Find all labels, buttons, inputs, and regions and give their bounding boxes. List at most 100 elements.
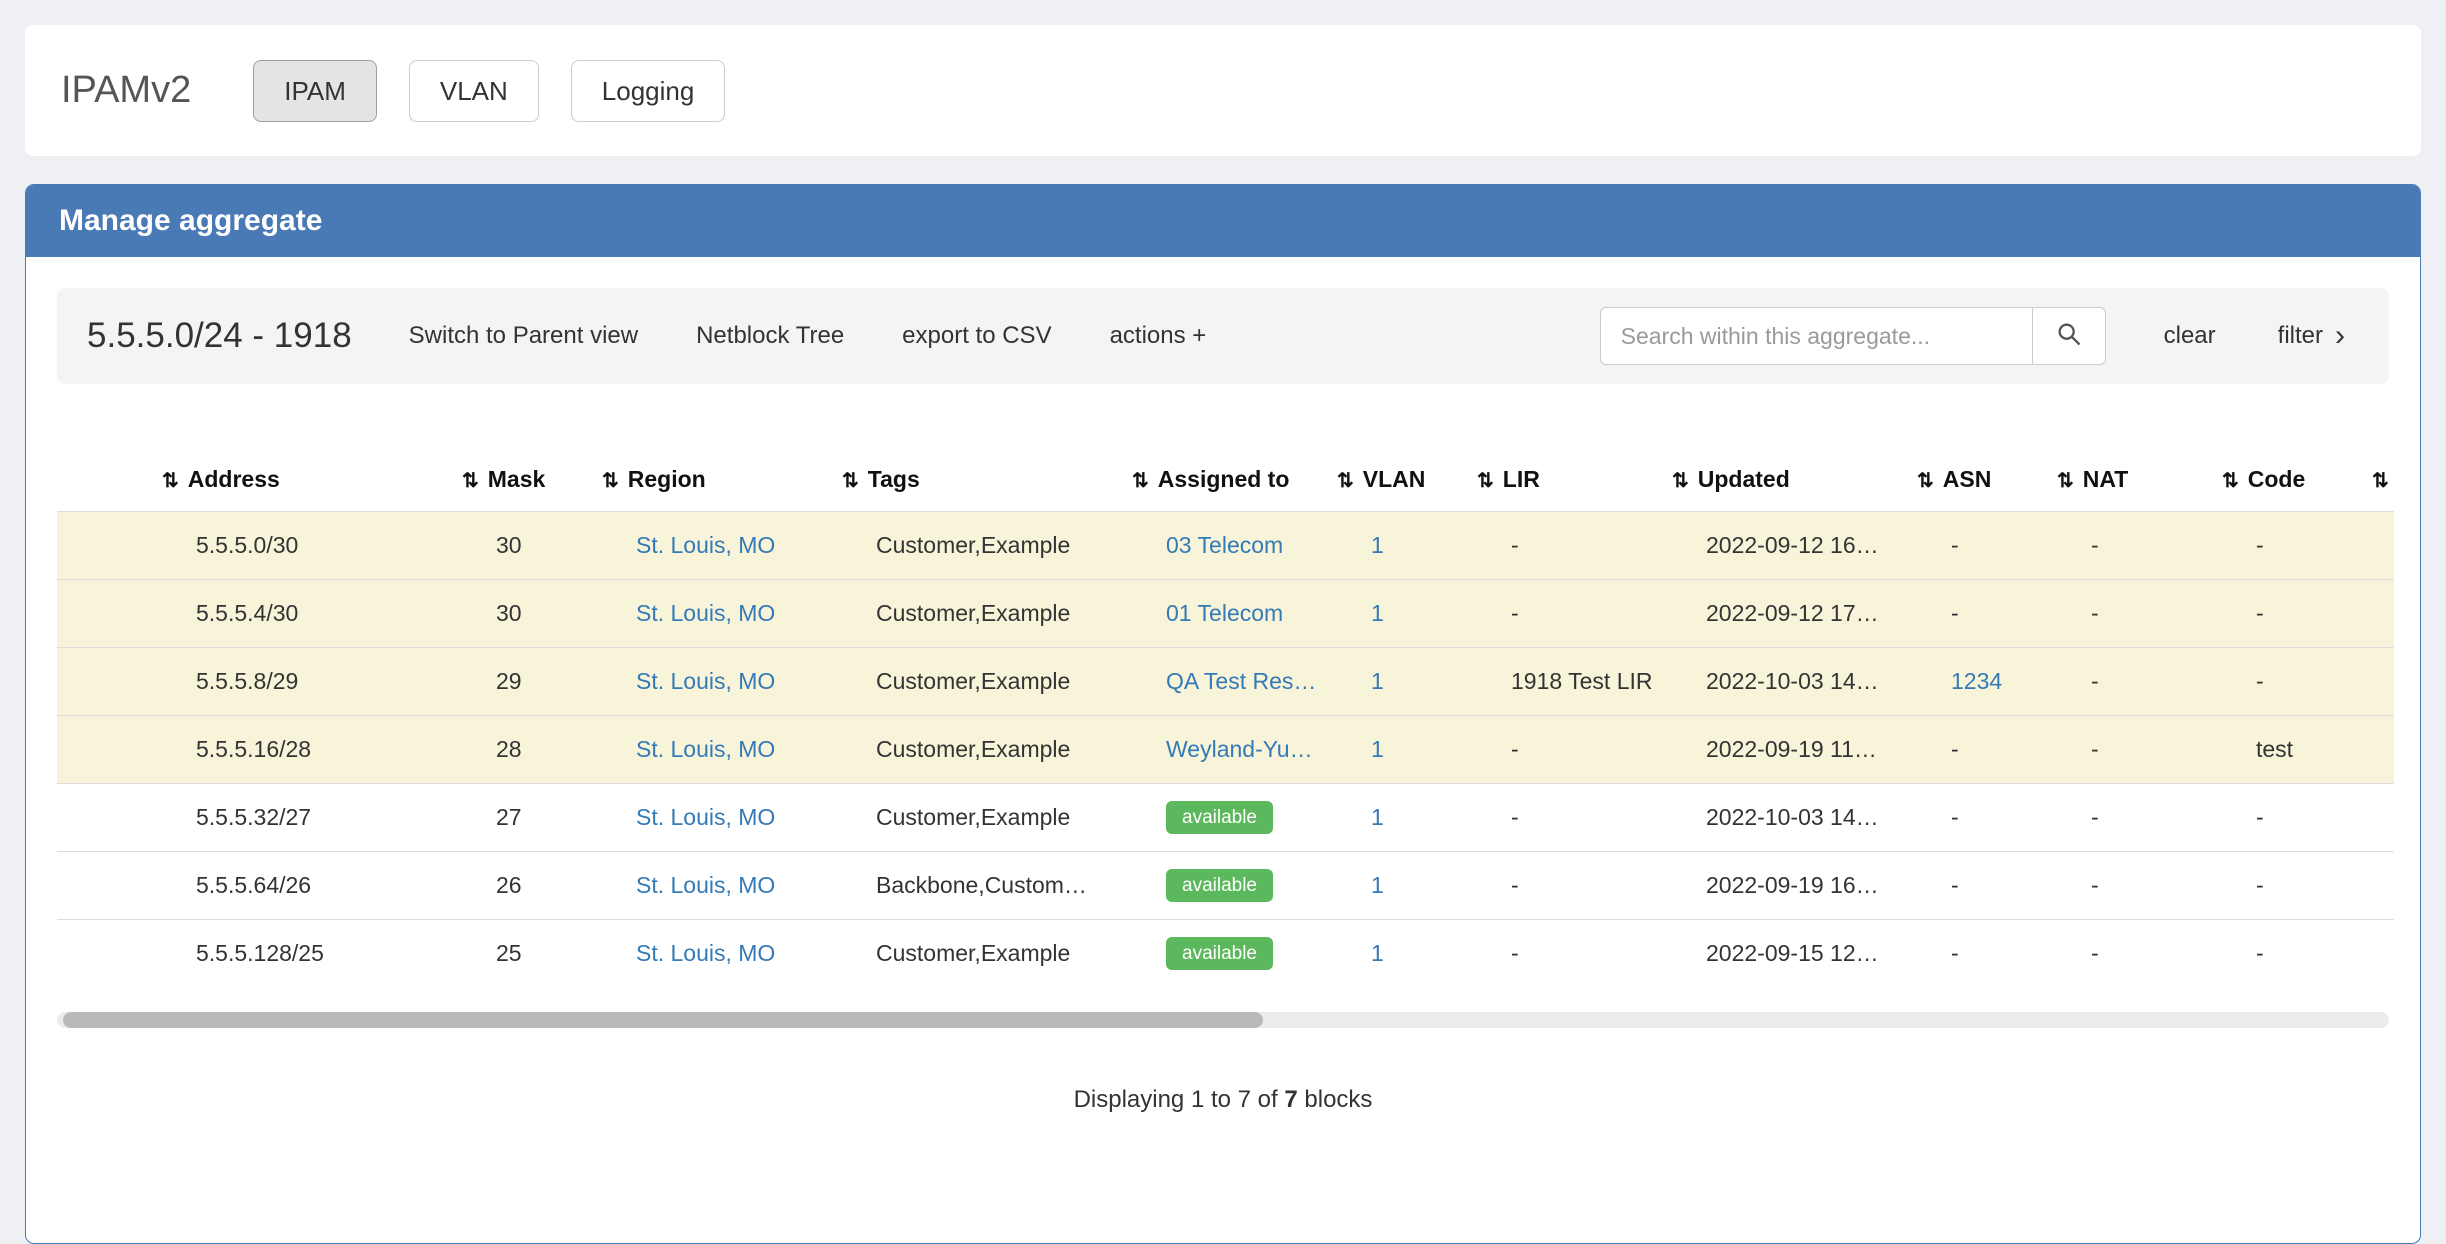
cell-nat: - xyxy=(2057,784,2222,852)
column-header-region[interactable]: ⇅Region xyxy=(602,448,842,512)
aggregate-toolbar: 5.5.5.0/24 - 1918 Switch to Parent view … xyxy=(57,288,2389,384)
column-header-mask[interactable]: ⇅Mask xyxy=(462,448,602,512)
cell-updated: 2022-09-15 12… xyxy=(1672,920,1917,988)
cell-code: test xyxy=(2222,716,2372,784)
pagination-prefix: Displaying 1 to 7 of xyxy=(1074,1086,1278,1113)
cell-code: - xyxy=(2222,580,2372,648)
assigned-link[interactable]: QA Test Res… xyxy=(1166,668,1316,694)
sort-icon: ⇅ xyxy=(1917,470,1934,492)
cell-tags: Customer,Example xyxy=(842,648,1132,716)
cell-assigned: available xyxy=(1132,852,1337,920)
sort-icon: ⇅ xyxy=(1337,470,1354,492)
region-link[interactable]: St. Louis, MO xyxy=(636,600,775,626)
sort-icon: ⇅ xyxy=(1477,470,1494,492)
assigned-link[interactable]: 01 Telecom xyxy=(1166,600,1283,626)
sort-icon: ⇅ xyxy=(2372,470,2389,492)
cell-asn: - xyxy=(1917,852,2057,920)
column-header-asn[interactable]: ⇅ASN xyxy=(1917,448,2057,512)
cell-tags: Customer,Example xyxy=(842,716,1132,784)
region-link[interactable]: St. Louis, MO xyxy=(636,940,775,966)
cell-code: - xyxy=(2222,784,2372,852)
tab-logging[interactable]: Logging xyxy=(571,60,726,122)
column-header-address[interactable]: ⇅Address xyxy=(162,448,462,512)
cell-updated: 2022-09-12 16… xyxy=(1672,512,1917,580)
cell-code: - xyxy=(2222,512,2372,580)
cell-cut xyxy=(2372,920,2394,988)
region-link[interactable]: St. Louis, MO xyxy=(636,804,775,830)
cell-nat: - xyxy=(2057,580,2222,648)
cell-mask: 28 xyxy=(462,716,602,784)
row-spacer xyxy=(57,784,162,852)
horizontal-scrollbar-track[interactable] xyxy=(57,1012,2389,1028)
column-header-cut[interactable]: ⇅ xyxy=(2372,448,2394,512)
table-row: 5.5.5.0/30 30 St. Louis, MO Customer,Exa… xyxy=(57,512,2394,580)
search-button[interactable] xyxy=(2032,307,2106,365)
region-link[interactable]: St. Louis, MO xyxy=(636,736,775,762)
cell-tags: Customer,Example xyxy=(842,920,1132,988)
cell-tags: Customer,Example xyxy=(842,512,1132,580)
column-label: Updated xyxy=(1698,466,1790,492)
available-badge: available xyxy=(1166,801,1273,834)
cell-mask: 26 xyxy=(462,852,602,920)
vlan-link[interactable]: 1 xyxy=(1371,940,1384,966)
vlan-link[interactable]: 1 xyxy=(1371,736,1384,762)
export-csv-link[interactable]: export to CSV xyxy=(902,322,1051,350)
cell-address: 5.5.5.8/29 xyxy=(162,648,462,716)
assigned-link[interactable]: Weyland-Yu… xyxy=(1166,736,1313,762)
cell-region: St. Louis, MO xyxy=(602,852,842,920)
vlan-link[interactable]: 1 xyxy=(1371,668,1384,694)
cell-cut xyxy=(2372,716,2394,784)
vlan-link[interactable]: 1 xyxy=(1371,532,1384,558)
tab-ipam[interactable]: IPAM xyxy=(253,60,377,122)
cell-code: - xyxy=(2222,920,2372,988)
pagination-total: 7 xyxy=(1284,1086,1297,1113)
column-label: Tags xyxy=(868,466,920,492)
vlan-link[interactable]: 1 xyxy=(1371,600,1384,626)
cell-cut xyxy=(2372,580,2394,648)
cell-nat: - xyxy=(2057,648,2222,716)
manage-aggregate-panel: Manage aggregate 5.5.5.0/24 - 1918 Switc… xyxy=(25,184,2421,1244)
column-header-updated[interactable]: ⇅ Updated xyxy=(1672,448,1917,512)
column-header-assigned-to[interactable]: ⇅Assigned to xyxy=(1132,448,1337,512)
cell-lir: - xyxy=(1477,580,1672,648)
vlan-link[interactable]: 1 xyxy=(1371,872,1384,898)
region-link[interactable]: St. Louis, MO xyxy=(636,872,775,898)
cell-lir: - xyxy=(1477,852,1672,920)
column-header-code[interactable]: ⇅Code xyxy=(2222,448,2372,512)
cell-nat: - xyxy=(2057,920,2222,988)
cell-assigned: available xyxy=(1132,784,1337,852)
column-header-lir[interactable]: ⇅LIR xyxy=(1477,448,1672,512)
cell-address: 5.5.5.128/25 xyxy=(162,920,462,988)
column-header-vlan[interactable]: ⇅VLAN xyxy=(1337,448,1477,512)
cell-assigned: QA Test Res… xyxy=(1132,648,1337,716)
column-header-nat[interactable]: ⇅NAT xyxy=(2057,448,2222,512)
switch-parent-view-link[interactable]: Switch to Parent view xyxy=(409,322,638,350)
filter-link[interactable]: filter › xyxy=(2278,321,2345,351)
table-header-row: ⇅Address ⇅Mask ⇅Region ⇅Tags ⇅Assigned t… xyxy=(57,448,2394,512)
region-link[interactable]: St. Louis, MO xyxy=(636,668,775,694)
cell-region: St. Louis, MO xyxy=(602,648,842,716)
assigned-link[interactable]: 03 Telecom xyxy=(1166,532,1283,558)
table-row: 5.5.5.8/29 29 St. Louis, MO Customer,Exa… xyxy=(57,648,2394,716)
tab-vlan[interactable]: VLAN xyxy=(409,60,539,122)
cell-address: 5.5.5.4/30 xyxy=(162,580,462,648)
cell-code: - xyxy=(2222,852,2372,920)
horizontal-scrollbar-thumb[interactable] xyxy=(63,1012,1263,1028)
cell-asn: - xyxy=(1917,716,2057,784)
netblock-tree-link[interactable]: Netblock Tree xyxy=(696,322,844,350)
search-input[interactable] xyxy=(1600,307,2032,365)
table-row: 5.5.5.128/25 25 St. Louis, MO Customer,E… xyxy=(57,920,2394,988)
cell-tags: Customer,Example xyxy=(842,580,1132,648)
cell-vlan: 1 xyxy=(1337,648,1477,716)
region-link[interactable]: St. Louis, MO xyxy=(636,532,775,558)
clear-filter-link[interactable]: clear xyxy=(2164,322,2216,350)
cell-updated: 2022-09-12 17… xyxy=(1672,580,1917,648)
vlan-link[interactable]: 1 xyxy=(1371,804,1384,830)
available-badge: available xyxy=(1166,869,1273,902)
asn-link[interactable]: 1234 xyxy=(1951,668,2002,694)
actions-menu-link[interactable]: actions + xyxy=(1110,322,1207,350)
column-header-tags[interactable]: ⇅Tags xyxy=(842,448,1132,512)
sort-icon: ⇅ xyxy=(1132,470,1149,492)
sort-icon: ⇅ xyxy=(1672,470,1689,492)
column-label: Region xyxy=(628,466,706,492)
